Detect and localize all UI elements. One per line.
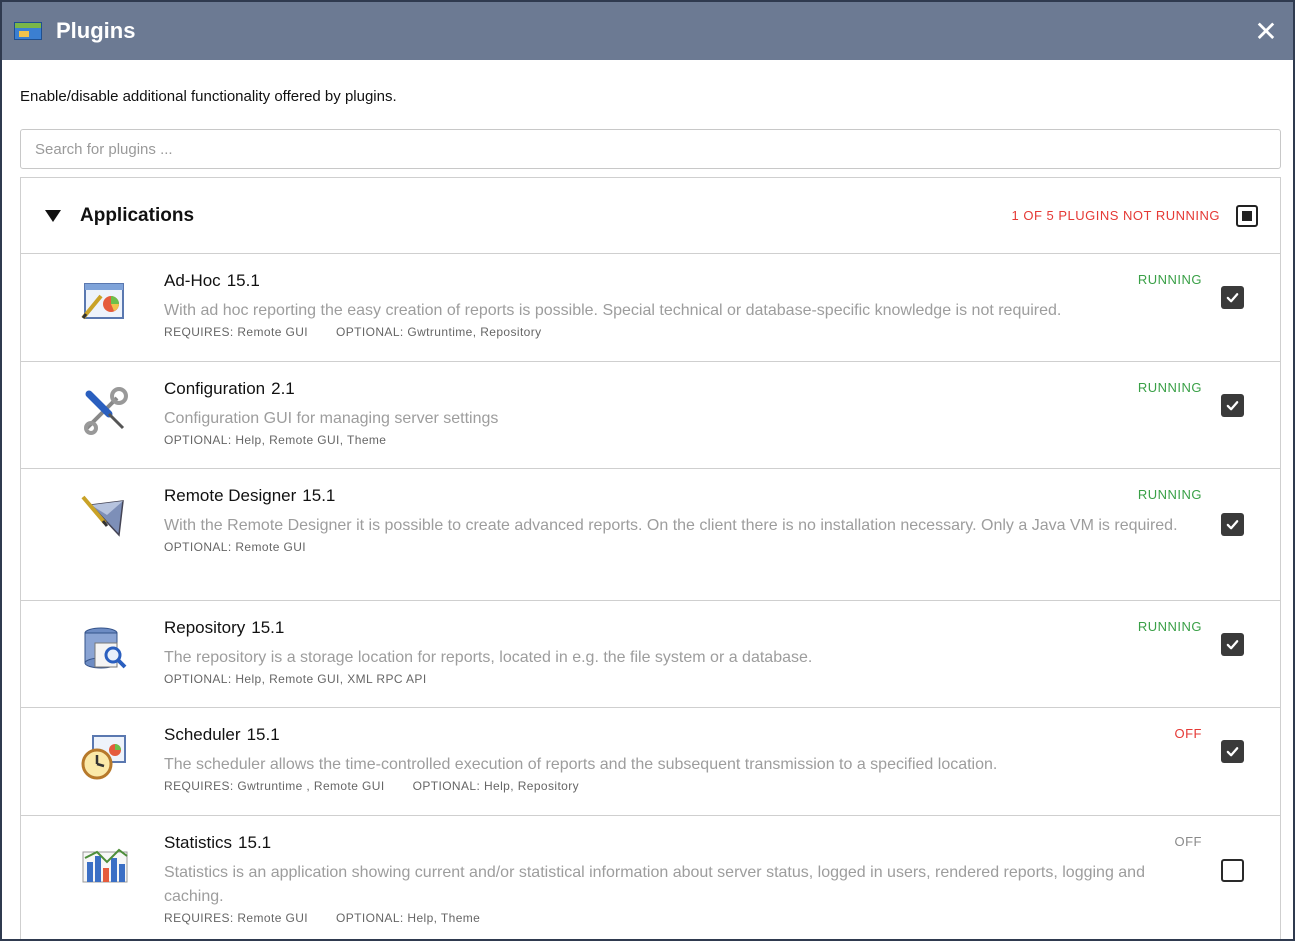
plugin-name: Remote Designer <box>164 486 297 505</box>
plugin-group-applications: Applications 1 OF 5 PLUGINS NOT RUNNING … <box>20 177 1281 939</box>
plugin-name: Scheduler <box>164 725 241 744</box>
plugin-name: Statistics <box>164 833 233 852</box>
plugin-optional: OPTIONAL: Help, Repository <box>412 779 580 793</box>
plugin-name-line: Ad-Hoc 15.1 <box>164 271 1200 291</box>
remote-designer-icon <box>79 491 131 543</box>
statistics-chart-icon <box>79 838 131 890</box>
plugin-info: Remote Designer 15.1 With the Remote Desig… <box>164 486 1200 554</box>
plugin-enable-checkbox[interactable] <box>1221 859 1244 882</box>
plugin-row: Repository 15.1 The repository is a storag… <box>21 601 1280 708</box>
plugin-description: With ad hoc reporting the easy creation … <box>164 302 1062 319</box>
plugin-optional: OPTIONAL: Gwtruntime, Repository <box>336 325 542 339</box>
plugins-window-icon <box>12 20 48 42</box>
plugin-info: Statistics 15.1 Statistics is an applicati… <box>164 833 1200 925</box>
plugin-status: RUNNING <box>1137 272 1202 287</box>
plugin-name-line: Remote Designer 15.1 <box>164 486 1200 506</box>
plugin-description: With the Remote Designer it is possible … <box>164 517 1178 534</box>
collapse-caret-icon[interactable] <box>45 209 61 222</box>
plugin-name-line: Statistics 15.1 <box>164 833 1200 853</box>
plugin-row: Ad-Hoc 15.1 With ad hoc reporting the easy… <box>21 254 1280 362</box>
plugin-optional: OPTIONAL: Help, Remote GUI, XML RPC API <box>164 672 427 686</box>
adhoc-report-icon <box>79 276 131 328</box>
plugin-row: Remote Designer 15.1 With the Remote Desig… <box>21 469 1280 601</box>
group-status-badge: 1 OF 5 PLUGINS NOT RUNNING <box>1011 208 1220 223</box>
plugin-requires: REQUIRES: Remote GUI <box>164 325 309 339</box>
group-toggle-checkbox[interactable] <box>1236 204 1258 227</box>
plugin-version: 15.1 <box>302 486 336 505</box>
group-header: Applications 1 OF 5 PLUGINS NOT RUNNING <box>21 178 1280 254</box>
plugin-list: Ad-Hoc 15.1 With ad hoc reporting the easy… <box>21 254 1280 939</box>
title-bar: Plugins ✕ <box>2 2 1293 60</box>
plugin-requires: REQUIRES: Gwtruntime , Remote GUI <box>164 779 385 793</box>
plugin-row: Configuration 2.1 Configuration GUI for ma… <box>21 362 1280 469</box>
plugin-version: 15.1 <box>251 618 285 637</box>
group-title: Applications <box>80 204 195 226</box>
plugin-enable-checkbox[interactable] <box>1221 740 1244 763</box>
plugin-dependencies: OPTIONAL: Remote GUI <box>164 540 1200 554</box>
plugin-enable-checkbox[interactable] <box>1221 513 1244 536</box>
plugin-version: 15.1 <box>238 833 272 852</box>
plugin-version: 2.1 <box>271 379 295 398</box>
scheduler-clock-icon <box>79 730 131 782</box>
plugin-status: OFF <box>1174 834 1202 849</box>
plugin-status: RUNNING <box>1137 619 1202 634</box>
plugin-requires: REQUIRES: Remote GUI <box>164 911 309 925</box>
close-button[interactable]: ✕ <box>1251 16 1281 47</box>
plugin-version: 15.1 <box>246 725 280 744</box>
plugin-name-line: Configuration 2.1 <box>164 379 1200 399</box>
plugin-enable-checkbox[interactable] <box>1221 286 1244 309</box>
plugin-row: Statistics 15.1 Statistics is an applicati… <box>21 816 1280 939</box>
plugin-description: Configuration GUI for managing server se… <box>164 410 499 427</box>
plugin-dependencies: OPTIONAL: Help, Remote GUI, Theme <box>164 433 1200 447</box>
plugin-name: Configuration <box>164 379 266 398</box>
plugins-dialog: Plugins ✕ Enable/disable additional func… <box>0 0 1295 941</box>
dialog-title: Plugins <box>56 18 136 43</box>
plugin-name: Ad-Hoc <box>164 271 221 290</box>
plugin-version: 15.1 <box>226 271 260 290</box>
plugin-description: The repository is a storage location for… <box>164 649 813 666</box>
plugin-name: Repository <box>164 618 246 637</box>
plugin-info: Configuration 2.1 Configuration GUI for ma… <box>164 379 1200 447</box>
plugin-status: OFF <box>1174 726 1202 741</box>
plugin-status: RUNNING <box>1137 487 1202 502</box>
search-input[interactable] <box>20 129 1281 169</box>
plugin-info: Scheduler 15.1 The scheduler allows the ti… <box>164 725 1200 793</box>
dialog-description: Enable/disable additional functionality … <box>20 88 397 105</box>
plugin-description: The scheduler allows the time-controlled… <box>164 756 998 773</box>
plugin-info: Repository 15.1 The repository is a storag… <box>164 618 1200 686</box>
plugin-optional: OPTIONAL: Help, Remote GUI, Theme <box>164 433 387 447</box>
plugin-dependencies: REQUIRES: Remote GUI OPTIONAL: Help, Them… <box>164 911 1200 925</box>
repository-icon <box>79 623 131 675</box>
plugin-dependencies: REQUIRES: Gwtruntime , Remote GUI OPTIONA… <box>164 779 1200 793</box>
plugin-name-line: Scheduler 15.1 <box>164 725 1200 745</box>
plugin-description: Statistics is an application showing cur… <box>164 864 1145 905</box>
plugin-optional: OPTIONAL: Remote GUI <box>164 540 307 554</box>
plugin-enable-checkbox[interactable] <box>1221 394 1244 417</box>
plugin-optional: OPTIONAL: Help, Theme <box>336 911 481 925</box>
plugin-status: RUNNING <box>1137 380 1202 395</box>
plugin-info: Ad-Hoc 15.1 With ad hoc reporting the easy… <box>164 271 1200 339</box>
plugin-enable-checkbox[interactable] <box>1221 633 1244 656</box>
plugin-row: Scheduler 15.1 The scheduler allows the ti… <box>21 708 1280 816</box>
plugin-dependencies: OPTIONAL: Help, Remote GUI, XML RPC API <box>164 672 1200 686</box>
plugin-name-line: Repository 15.1 <box>164 618 1200 638</box>
wrench-screwdriver-icon <box>79 384 131 436</box>
plugin-dependencies: REQUIRES: Remote GUI OPTIONAL: Gwtruntime… <box>164 325 1200 339</box>
